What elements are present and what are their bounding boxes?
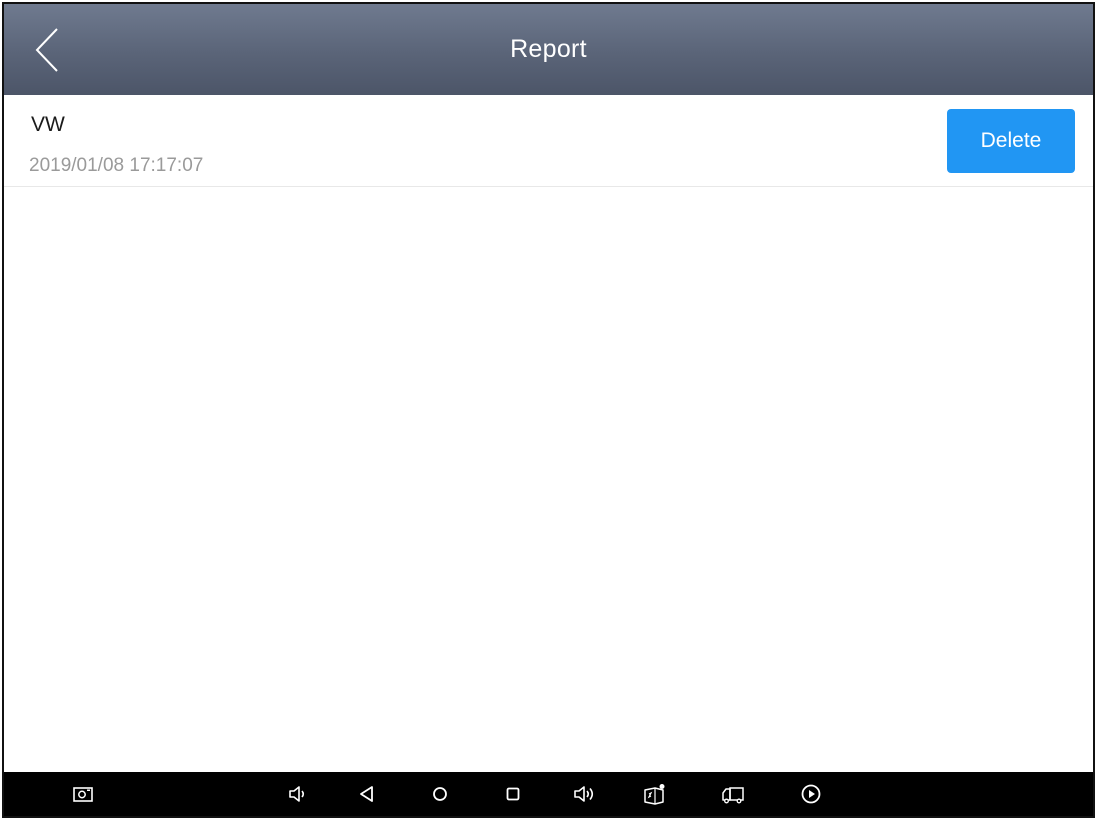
screenshot-button[interactable] [66, 772, 100, 816]
back-button[interactable] [12, 4, 82, 95]
back-triangle-icon [360, 786, 373, 802]
vci-connector-icon [644, 784, 665, 805]
report-name: VW [31, 113, 65, 136]
truck-button[interactable] [716, 772, 750, 816]
volume-up-button[interactable] [567, 772, 601, 816]
vci-button[interactable] [637, 772, 671, 816]
volume-down-icon [289, 786, 305, 802]
page-title: Report [510, 35, 587, 63]
screenshot-icon [73, 787, 93, 802]
report-screen: Report VW 2019/01/08 17:17:07 Delete [2, 2, 1095, 818]
nav-recent-apps-button[interactable] [496, 772, 530, 816]
volume-down-button[interactable] [280, 772, 314, 816]
recent-apps-square-icon [506, 787, 520, 801]
system-nav-bar [4, 772, 1093, 816]
report-row[interactable]: VW 2019/01/08 17:17:07 Delete [4, 95, 1093, 187]
title-bar: Report [4, 4, 1093, 95]
report-datetime: 2019/01/08 17:17:07 [29, 155, 204, 176]
volume-up-icon [574, 786, 594, 802]
report-list: VW 2019/01/08 17:17:07 Delete [4, 95, 1093, 187]
delete-button[interactable]: Delete [947, 109, 1075, 173]
truck-icon [722, 787, 744, 804]
play-button[interactable] [794, 772, 828, 816]
play-icon [801, 784, 821, 804]
home-circle-icon [433, 787, 447, 801]
nav-home-button[interactable] [423, 772, 457, 816]
chevron-left-icon [35, 27, 58, 72]
nav-back-button[interactable] [350, 772, 384, 816]
